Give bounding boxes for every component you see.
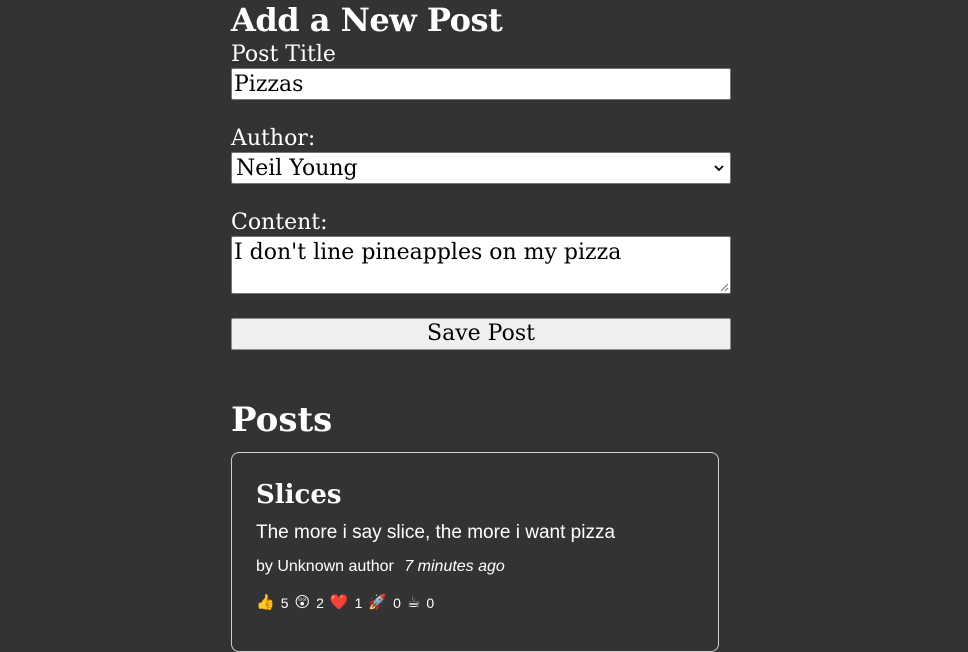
chevron-down-icon [714,165,724,172]
reaction-buttons: 👍 5 😲 2 ❤️ 1 🚀 0 ☕ 0 [256,593,440,613]
coffee-icon: ☕ [406,594,421,611]
reaction-heart-button[interactable]: ❤️ 1 [330,593,362,613]
reaction-rocket-button[interactable]: 🚀 0 [368,593,400,613]
resize-handle-icon[interactable] [719,282,729,292]
author-select[interactable]: Neil Young [231,152,731,184]
post-meta: by Unknown author 7 minutes ago [256,557,505,577]
post-content-value: I don't line pineapples on my pizza [234,240,622,265]
post-content-textarea[interactable]: I don't line pineapples on my pizza [231,236,731,294]
reaction-count: 0 [393,595,401,611]
post-excerpt: The more i say slice, the more i want pi… [256,522,616,543]
author-selected-value: Neil Young [236,155,358,181]
author-label: Author: [231,126,316,151]
amazed-face-icon: 😲 [294,594,311,611]
reaction-coffee-button[interactable]: ☕ 0 [407,593,434,613]
post-timestamp: 7 minutes ago [404,558,505,575]
post-title: Slices [256,480,342,510]
post-card: Slices The more i say slice, the more i … [231,452,719,652]
reaction-count: 5 [280,595,289,611]
page-title: Add a New Post [231,1,503,39]
reaction-thumbs-up-button[interactable]: 👍 5 [256,593,288,613]
reaction-count: 0 [426,595,435,611]
post-title-label: Post Title [231,42,336,67]
heart-icon: ❤️ [329,594,349,611]
reaction-count: 2 [316,595,324,611]
rocket-icon: 🚀 [368,594,388,611]
reaction-amazed-button[interactable]: 😲 2 [294,593,323,613]
post-author: by Unknown author [256,558,394,575]
save-post-button[interactable]: Save Post [231,318,731,350]
content-label: Content: [231,210,328,235]
reaction-count: 1 [354,595,363,611]
posts-heading: Posts [231,400,333,440]
post-title-input[interactable] [231,68,731,100]
thumbs-up-icon: 👍 [256,594,275,611]
